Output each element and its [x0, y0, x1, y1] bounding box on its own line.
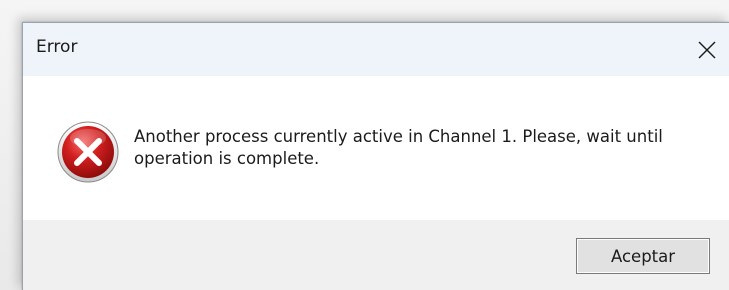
error-icon — [57, 121, 119, 183]
close-icon — [698, 41, 716, 58]
desktop-background: Error Another process currently active i… — [0, 0, 729, 290]
accept-button[interactable]: Aceptar — [576, 238, 710, 274]
title-bar[interactable]: Error — [23, 23, 729, 76]
dialog-content: Another process currently active in Chan… — [23, 76, 729, 220]
dialog-title: Error — [36, 37, 78, 57]
error-dialog: Error Another process currently active i… — [22, 22, 729, 290]
error-message: Another process currently active in Chan… — [134, 127, 663, 168]
close-button[interactable] — [684, 23, 729, 76]
dialog-footer: Aceptar — [23, 220, 729, 290]
